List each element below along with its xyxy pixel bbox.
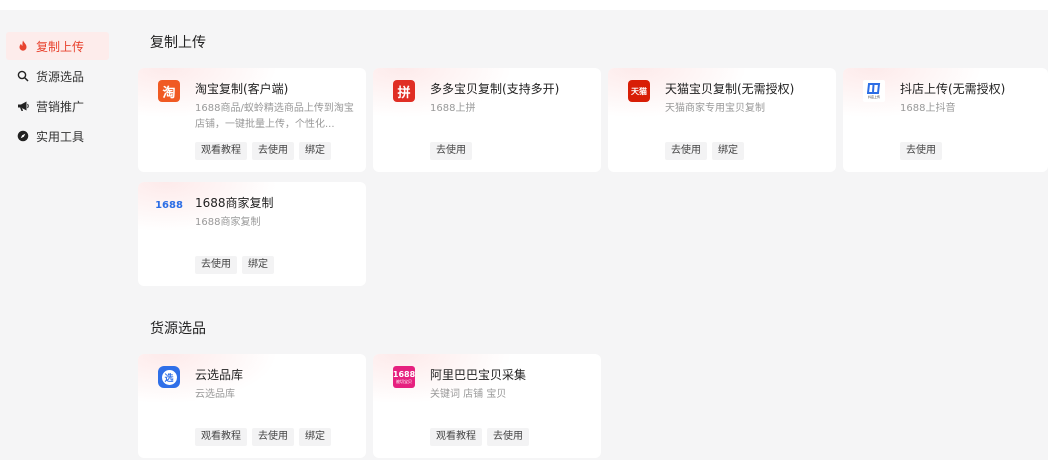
card-description: 天猫商家专用宝贝复制 xyxy=(665,103,765,114)
tool-card-tmall-copy[interactable]: 天猫 天猫宝贝复制(无需授权) 天猫商家专用宝贝复制 去使用 绑定 xyxy=(608,68,836,172)
sidebar-item-label: 货源选品 xyxy=(36,69,85,84)
tool-card-cloud-library[interactable]: 选 云选品库 云选品库 观看教程 去使用 绑定 xyxy=(138,354,366,458)
card-title: 多多宝贝复制(支持多开) xyxy=(430,82,560,96)
section-title-sourcing: 货源选品 xyxy=(150,321,206,337)
tool-card-douyin-upload[interactable]: 抖店上传 抖店上传(无需授权) 1688上抖音 去使用 xyxy=(843,68,1048,172)
logo-caption: 抖店上传 xyxy=(867,95,880,99)
sidebar-item-label: 营销推广 xyxy=(36,99,85,114)
watch-tutorial-button[interactable]: 观看教程 xyxy=(195,142,247,160)
watch-tutorial-button[interactable]: 观看教程 xyxy=(430,428,482,446)
alibaba-1688-logo-icon: 1688 被切宝贝 xyxy=(393,366,415,388)
logo-glyph: 选 xyxy=(161,369,177,385)
card-title: 淘宝复制(客户端) xyxy=(195,82,289,96)
card-title: 阿里巴巴宝贝采集 xyxy=(430,368,527,382)
go-use-button[interactable]: 去使用 xyxy=(195,256,237,274)
go-use-button[interactable]: 去使用 xyxy=(487,428,529,446)
go-use-button[interactable]: 去使用 xyxy=(665,142,707,160)
compass-icon xyxy=(16,129,30,143)
logo-text: 1688 xyxy=(393,370,415,379)
go-use-button[interactable]: 去使用 xyxy=(900,142,942,160)
card-description: 1688商家复制 xyxy=(195,217,261,228)
logo-subtext: 被切宝贝 xyxy=(396,379,412,384)
tool-card-pdd-copy[interactable]: 拼 多多宝贝复制(支持多开) 1688上拼 去使用 xyxy=(373,68,601,172)
card-description: 关键词 店铺 宝贝 xyxy=(430,389,507,400)
search-icon xyxy=(16,69,30,83)
top-bar xyxy=(0,0,1048,10)
section-title-copy-upload: 复制上传 xyxy=(150,35,206,51)
tool-card-taobao-copy[interactable]: 淘 淘宝复制(客户端) 1688商品/蚁蛉精选商品上传到淘宝店铺，一键批量上传，… xyxy=(138,68,366,172)
card-description: 1688商品/蚁蛉精选商品上传到淘宝店铺，一键批量上传，个性化... xyxy=(195,103,354,130)
card-description: 1688上拼 xyxy=(430,103,476,114)
bind-button[interactable]: 绑定 xyxy=(712,142,744,160)
card-title: 云选品库 xyxy=(195,368,244,382)
card-title: 抖店上传(无需授权) xyxy=(900,82,1006,96)
bind-button[interactable]: 绑定 xyxy=(299,142,331,160)
sidebar-item-copy-upload[interactable]: 复制上传 xyxy=(6,32,109,60)
go-use-button[interactable]: 去使用 xyxy=(252,142,294,160)
sidebar-item-label: 复制上传 xyxy=(36,39,85,54)
cloud-select-logo-icon: 选 xyxy=(158,366,180,388)
douyin-store-logo-icon: 抖店上传 xyxy=(863,80,885,102)
megaphone-icon xyxy=(16,99,30,113)
card-description: 云选品库 xyxy=(195,389,235,400)
sidebar-item-sourcing[interactable]: 货源选品 xyxy=(6,62,109,90)
watch-tutorial-button[interactable]: 观看教程 xyxy=(195,428,247,446)
1688-logo-icon: 1688 xyxy=(155,199,183,211)
tool-card-alibaba-collect[interactable]: 1688 被切宝贝 阿里巴巴宝贝采集 关键词 店铺 宝贝 观看教程 去使用 xyxy=(373,354,601,458)
taobao-logo-icon: 淘 xyxy=(158,80,180,102)
go-use-button[interactable]: 去使用 xyxy=(252,428,294,446)
pinduoduo-logo-icon: 拼 xyxy=(393,80,415,102)
go-use-button[interactable]: 去使用 xyxy=(430,142,472,160)
bind-button[interactable]: 绑定 xyxy=(242,256,274,274)
sidebar-item-tools[interactable]: 实用工具 xyxy=(6,122,109,150)
tool-card-1688-merchant-copy[interactable]: 1688 1688商家复制 1688商家复制 去使用 绑定 xyxy=(138,182,366,286)
card-description: 1688上抖音 xyxy=(900,103,956,114)
tmall-logo-icon: 天猫 xyxy=(628,80,650,102)
card-title: 1688商家复制 xyxy=(195,196,274,210)
sidebar-item-label: 实用工具 xyxy=(36,129,85,144)
bind-button[interactable]: 绑定 xyxy=(299,428,331,446)
card-title: 天猫宝贝复制(无需授权) xyxy=(665,82,795,96)
sidebar-item-marketing[interactable]: 营销推广 xyxy=(6,92,109,120)
flame-icon xyxy=(16,39,30,53)
